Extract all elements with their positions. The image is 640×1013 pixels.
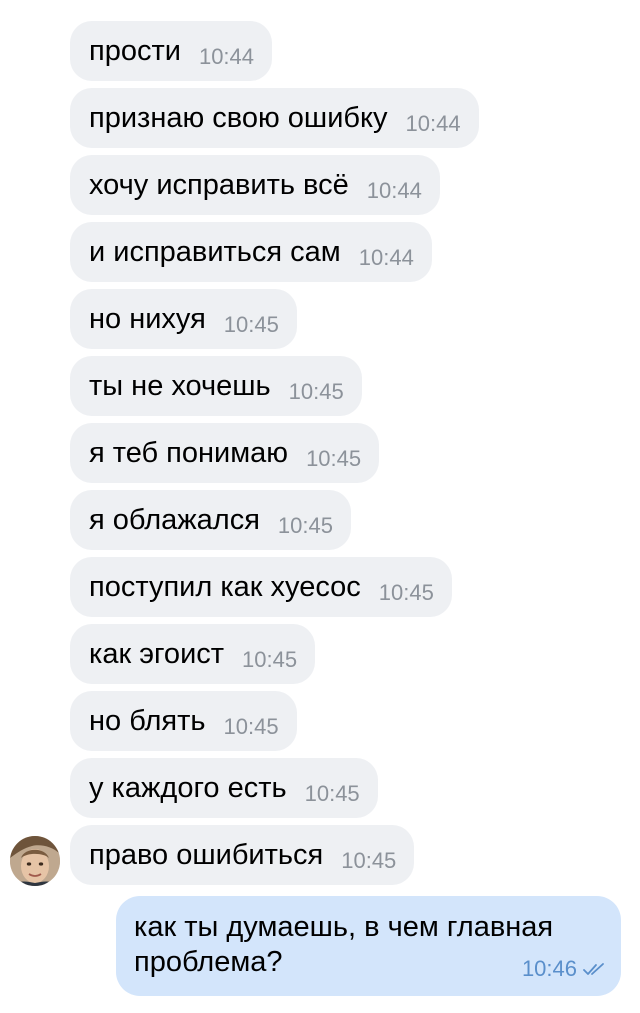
message-time: 10:45 [223, 714, 279, 739]
message-text: хочу исправить всё [89, 168, 349, 201]
message-bubble[interactable]: у каждого есть 10:45 [70, 758, 378, 818]
message-text: поступил как хуесос [89, 570, 361, 603]
message-time: 10:45 [304, 781, 360, 806]
message-time: 10:44 [358, 245, 414, 270]
avatar-face-icon [10, 836, 60, 886]
message-bubble[interactable]: признаю свою ошибку 10:44 [70, 88, 479, 148]
contact-avatar[interactable] [10, 836, 60, 886]
message-text: но нихуя [89, 302, 206, 335]
message-time: 10:45 [242, 647, 298, 672]
message-text: как эгоист [89, 637, 225, 670]
message-time: 10:45 [306, 446, 362, 471]
message-bubble[interactable]: и исправиться сам 10:44 [70, 222, 432, 282]
outgoing-message-time: 10:46 [521, 956, 577, 981]
message-bubble[interactable]: поступил как хуесос 10:45 [70, 557, 452, 617]
message-bubble[interactable]: прости 10:44 [70, 21, 273, 81]
message-text: ты не хочешь [89, 369, 271, 402]
outgoing-message-meta: 10:46 [522, 956, 605, 982]
chat-history: прости 10:44 признаю свою ошибку 10:44 х… [0, 0, 640, 1013]
message-text: признаю свою ошибку [89, 101, 388, 134]
message-text: и исправиться сам [89, 235, 341, 268]
outgoing-message-bubble[interactable]: как ты думаешь, в чем главная проблема? … [116, 896, 621, 996]
message-time: 10:44 [198, 44, 255, 69]
message-bubble[interactable]: как эгоист 10:45 [70, 624, 316, 684]
message-time: 10:45 [223, 312, 279, 337]
message-text: у каждого есть [89, 771, 287, 804]
double-check-icon [583, 963, 604, 975]
message-time: 10:45 [378, 580, 434, 605]
message-text: но блять [89, 704, 206, 737]
message-text: я облажался [89, 503, 260, 536]
message-time: 10:45 [277, 513, 333, 538]
message-bubble[interactable]: я теб понимаю 10:45 [70, 423, 380, 483]
message-text: я теб понимаю [89, 436, 289, 469]
message-bubble[interactable]: хочу исправить всё 10:44 [70, 155, 440, 215]
message-time: 10:44 [366, 178, 422, 203]
message-bubble[interactable]: но нихуя 10:45 [70, 289, 297, 349]
message-bubble[interactable]: я облажался 10:45 [70, 490, 351, 550]
message-bubble[interactable]: право ошибиться 10:45 [70, 825, 415, 885]
message-text: прости [89, 34, 181, 67]
message-time: 10:44 [405, 111, 461, 136]
message-bubble[interactable]: ты не хочешь 10:45 [70, 356, 362, 416]
message-bubble[interactable]: но блять 10:45 [70, 691, 297, 751]
message-time: 10:45 [288, 379, 344, 404]
message-text: право ошибиться [89, 838, 324, 871]
message-time: 10:45 [341, 848, 397, 873]
